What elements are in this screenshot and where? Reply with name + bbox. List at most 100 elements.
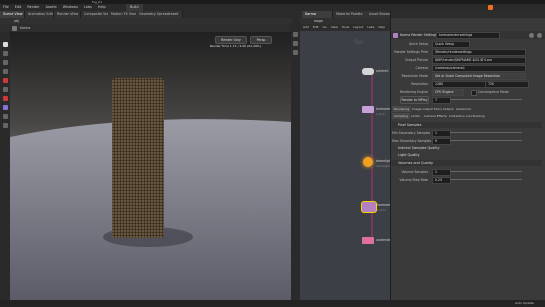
menu-bar: File Edit Render Assets Windows Labs Hel… bbox=[0, 4, 545, 11]
persp-camera-button[interactable]: Persp bbox=[250, 36, 272, 44]
volume-step-rate-field[interactable]: 0.25 bbox=[432, 177, 451, 184]
max-secondary-slider[interactable] bbox=[450, 140, 522, 141]
desktop-selector[interactable]: Build bbox=[126, 4, 143, 11]
node-name-field[interactable]: karmarendersettings bbox=[436, 32, 500, 39]
row-resolution-mode-label: Resolution Mode bbox=[401, 74, 428, 78]
net-menu-help[interactable]: Help bbox=[378, 25, 385, 29]
scale-tool-icon[interactable] bbox=[3, 69, 8, 74]
primary-samples-field[interactable]: 7 bbox=[432, 97, 451, 104]
display-options-icon[interactable] bbox=[293, 32, 298, 37]
min-secondary-label: Min Secondary Samples bbox=[392, 131, 431, 135]
lights-icon[interactable] bbox=[293, 50, 298, 55]
row-engine-label: Rendering Engine bbox=[399, 90, 428, 94]
volume-samples-label: Volume Samples bbox=[401, 170, 428, 174]
inner-tab-limits[interactable]: Limits bbox=[409, 113, 422, 119]
convergence-toggle[interactable] bbox=[471, 90, 477, 96]
quick-setup-dropdown[interactable]: Quick Setup bbox=[432, 41, 470, 48]
shading-icon[interactable] bbox=[293, 41, 298, 46]
net-menu-go[interactable]: Go bbox=[323, 25, 327, 29]
network-menu: Add Edit Go View Tools Layout Labs Help bbox=[300, 24, 390, 31]
menu-assets[interactable]: Assets bbox=[46, 5, 57, 9]
net-menu-view[interactable]: View bbox=[331, 25, 338, 29]
rotate-tool-icon[interactable] bbox=[3, 60, 8, 65]
tab-scene-view[interactable]: Scene View bbox=[0, 11, 25, 18]
select-tool-icon[interactable] bbox=[3, 42, 8, 47]
tab-animation-editor[interactable]: Animation Editor bbox=[25, 11, 54, 18]
houdini-logo-icon bbox=[488, 5, 493, 10]
node-usdrender-rop[interactable] bbox=[362, 237, 374, 244]
net-menu-tools[interactable]: Tools bbox=[342, 25, 349, 29]
resolution-mode-dropdown[interactable]: Set or Scale Computed Image Resolution bbox=[432, 73, 526, 80]
section-indirect-quality[interactable]: Indirect Samples Quality bbox=[392, 145, 542, 151]
handle-tool-icon[interactable] bbox=[3, 78, 8, 83]
network-watermark: Sol bbox=[354, 39, 364, 46]
inner-tab-camera-effects[interactable]: Camera Effects bbox=[422, 113, 449, 119]
tab-geo-spreadsheet[interactable]: Geometry Spreadsheet bbox=[136, 11, 183, 18]
outer-tabs: Rendering Image Output Mono Output Advan… bbox=[392, 106, 542, 112]
outer-tab-rendering[interactable]: Rendering bbox=[392, 106, 412, 112]
pose-tool-icon[interactable] bbox=[3, 87, 8, 92]
network-editor[interactable]: Sol sphere1 karmarender 1 prim domelight… bbox=[300, 31, 390, 300]
volume-samples-field[interactable]: 1 bbox=[432, 169, 451, 176]
min-secondary-field[interactable]: 1 bbox=[432, 130, 451, 137]
node-karmarender[interactable] bbox=[362, 106, 374, 113]
render-only-button[interactable]: Render Only bbox=[215, 36, 247, 44]
arrow-icon[interactable] bbox=[12, 26, 17, 31]
bottom-status-bar: Auto Update bbox=[0, 300, 545, 307]
section-volumes-quality[interactable]: Volumes and Quality bbox=[392, 160, 542, 166]
move-tool-icon[interactable] bbox=[3, 51, 8, 56]
camera-field[interactable]: /cameras/camera1 bbox=[432, 65, 526, 72]
outer-tab-mono-output[interactable]: Mono Output bbox=[432, 106, 456, 112]
volume-samples-slider[interactable] bbox=[450, 171, 522, 172]
volume-step-rate-slider[interactable] bbox=[450, 179, 522, 180]
menu-edit[interactable]: Edit bbox=[15, 5, 22, 9]
section-pixel-samples[interactable]: Pixel Samples bbox=[392, 122, 542, 128]
camera-tool-icon[interactable] bbox=[3, 114, 8, 119]
light-tool-icon[interactable] bbox=[3, 105, 8, 110]
tab-karma[interactable]: Karma bbox=[302, 11, 333, 18]
menu-file[interactable]: File bbox=[3, 5, 9, 9]
net-menu-layout[interactable]: Layout bbox=[353, 25, 363, 29]
param-tab-bar bbox=[391, 11, 545, 18]
render-engine-dropdown[interactable]: CPU Engine bbox=[432, 89, 464, 96]
max-secondary-field[interactable]: 9 bbox=[432, 138, 451, 145]
net-menu-edit[interactable]: Edit bbox=[313, 25, 319, 29]
param-header: Karma Render Settings karmarendersetting… bbox=[391, 31, 545, 39]
node-sphere[interactable] bbox=[362, 68, 374, 75]
help-icon[interactable] bbox=[537, 32, 542, 38]
primary-samples-slider[interactable] bbox=[450, 99, 522, 100]
view-tool-icon[interactable] bbox=[3, 96, 8, 101]
tab-render-view[interactable]: Render View bbox=[54, 11, 81, 18]
node-domelight[interactable] bbox=[363, 157, 373, 167]
viewport-name: Karma bbox=[20, 26, 31, 30]
row-camera-label: Camera bbox=[415, 66, 428, 70]
gear-icon[interactable] bbox=[529, 32, 534, 38]
net-menu-add[interactable]: Add bbox=[303, 25, 309, 29]
section-light-quality[interactable]: Light Quality bbox=[392, 152, 542, 158]
render-stats: Render Time 1.71 / 2.00 (61.29%) bbox=[210, 44, 261, 48]
auto-update-label[interactable]: Auto Update bbox=[515, 301, 534, 305]
min-secondary-slider[interactable] bbox=[450, 132, 522, 133]
node-domelight-sub: domelight bbox=[376, 164, 390, 168]
inner-tab-indirection[interactable]: Indirection and Shading bbox=[447, 113, 487, 119]
resolution-y-field[interactable]: 720 bbox=[485, 81, 529, 88]
render-settings-prim-field[interactable]: /Render/rendersettings bbox=[432, 49, 526, 56]
menu-help[interactable]: Help bbox=[98, 5, 106, 9]
outer-tab-advanced[interactable]: Advanced bbox=[454, 106, 473, 112]
tab-motion-fx[interactable]: Motion FX View bbox=[108, 11, 137, 18]
output-picture-field[interactable]: $HIP/render/$HIPNAME.$OS.$F4.exr bbox=[432, 57, 526, 64]
inner-tabs: Sampling Limits Camera Effects Indirecti… bbox=[392, 113, 542, 119]
row-settings-prim-label: Render Settings Prim bbox=[394, 50, 428, 54]
menu-labs[interactable]: Labs bbox=[84, 5, 92, 9]
inner-tab-sampling[interactable]: Sampling bbox=[392, 113, 411, 119]
resolution-x-field[interactable]: 1280 bbox=[432, 81, 486, 88]
snap-tool-icon[interactable] bbox=[3, 123, 8, 128]
net-menu-labs[interactable]: Labs bbox=[367, 25, 374, 29]
menu-render[interactable]: Render bbox=[27, 5, 39, 9]
render-to-mplay-button[interactable]: Render to MPlay bbox=[400, 96, 429, 104]
tab-material-palette[interactable]: Material Palette bbox=[333, 11, 370, 18]
viewport-render[interactable]: Render Only Persp Render Time 1.71 / 2.0… bbox=[10, 32, 291, 300]
node-karmarendersettings[interactable] bbox=[361, 201, 377, 213]
menu-windows[interactable]: Windows bbox=[63, 5, 78, 9]
tab-composite-view[interactable]: Composite View bbox=[81, 11, 110, 18]
